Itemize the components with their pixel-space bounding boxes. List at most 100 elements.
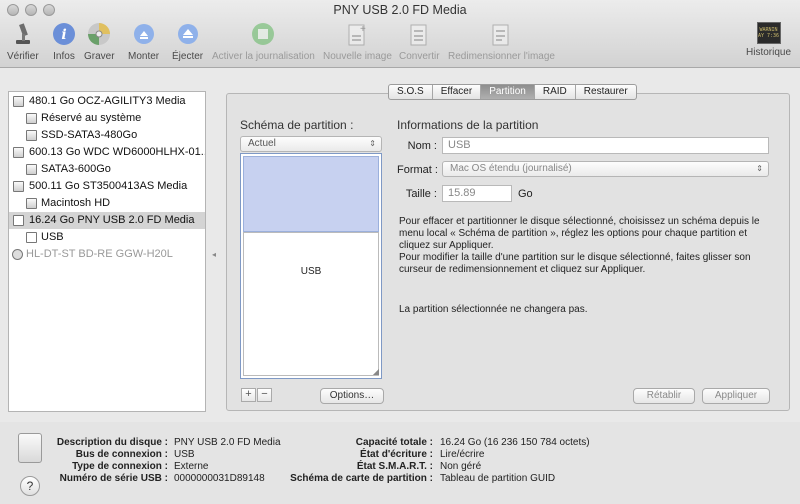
serial-label: Numéro de série USB :: [59, 473, 168, 484]
smart-status-value: Non géré: [440, 461, 482, 472]
partition-segment-label: USB: [300, 266, 322, 277]
disk-label: 600.13 Go WDC WD6000HLHX-01...: [29, 146, 205, 158]
volume-item-reserve[interactable]: Réservé au système: [9, 110, 205, 127]
connection-label: Type de connexion :: [72, 461, 168, 472]
disk-list[interactable]: 480.1 Go OCZ-AGILITY3 Media Réservé au s…: [8, 91, 206, 412]
disk-label: 480.1 Go OCZ-AGILITY3 Media: [29, 95, 186, 107]
partition-help-text: Pour effacer et partitionner le disque s…: [399, 216, 779, 276]
history-button[interactable]: WARNIN AY 7:36 Historique: [746, 22, 791, 58]
tab-first-aid[interactable]: S.O.S: [389, 85, 433, 99]
volume-item-usb[interactable]: USB: [9, 229, 205, 246]
info-icon: i: [51, 22, 77, 48]
add-partition-button[interactable]: +: [241, 388, 256, 402]
disk-label: 500.11 Go ST3500413AS Media: [29, 180, 188, 192]
size-label: Taille :: [405, 188, 437, 200]
capacity-label: Capacité totale :: [355, 437, 433, 448]
volume-item-macintosh[interactable]: Macintosh HD: [9, 195, 205, 212]
new-image-label: Nouvelle image: [323, 51, 392, 62]
tab-restore[interactable]: Restaurer: [576, 85, 636, 99]
help-line: curseur de redimensionnement et cliquez …: [399, 264, 646, 275]
help-button[interactable]: ?: [20, 476, 40, 496]
write-status-label: État d'écriture :: [360, 449, 433, 460]
usb-volume-icon: [26, 232, 37, 243]
resize-image-button[interactable]: Redimensionner l'image: [448, 22, 555, 62]
new-image-icon: +: [344, 22, 370, 48]
convert-label: Convertir: [399, 51, 440, 62]
disk-label: HL-DT-ST BD-RE GGW-H20L: [26, 248, 173, 260]
info-button[interactable]: i Infos: [51, 22, 77, 62]
no-change-note: La partition sélectionnée ne changera pa…: [399, 304, 588, 315]
verify-label: Vérifier: [7, 51, 39, 62]
splitter-handle[interactable]: ◂: [212, 250, 216, 259]
help-line: Pour effacer et partitionner le disque s…: [399, 216, 760, 227]
internal-disk-icon: [13, 181, 24, 192]
serial-value: 0000000031D89148: [174, 473, 265, 484]
capacity-value: 16.24 Go (16 236 150 784 octets): [440, 437, 590, 448]
convert-button[interactable]: Convertir: [399, 22, 440, 62]
eject-icon: [175, 22, 201, 48]
verify-button[interactable]: Vérifier: [7, 22, 39, 62]
resize-image-label: Redimensionner l'image: [448, 51, 555, 62]
partition-map-label: Schéma de carte de partition :: [290, 473, 433, 484]
partition-info-title: Informations de la partition: [397, 118, 539, 132]
help-line: menu local « Schéma de partition », régl…: [399, 228, 747, 239]
burn-button[interactable]: Graver: [84, 22, 115, 62]
disk-item-optical[interactable]: HL-DT-ST BD-RE GGW-H20L: [9, 246, 205, 263]
mount-icon: [131, 22, 157, 48]
volume-label: Réservé au système: [41, 112, 142, 124]
scheme-popup[interactable]: Actuel ⇕: [240, 136, 382, 152]
new-image-button[interactable]: + Nouvelle image: [323, 22, 392, 62]
disk-item-ocz[interactable]: 480.1 Go OCZ-AGILITY3 Media: [9, 93, 205, 110]
mount-button[interactable]: Monter: [128, 22, 159, 62]
eject-label: Éjecter: [172, 51, 204, 62]
format-popup[interactable]: Mac OS étendu (journalisé) ⇕: [442, 161, 769, 177]
scheme-popup-value: Actuel: [248, 138, 276, 149]
burn-label: Graver: [84, 51, 115, 62]
window-toolbar: PNY USB 2.0 FD Media Vérifier i Infos Gr…: [0, 0, 800, 68]
volume-item-ssd[interactable]: SSD-SATA3-480Go: [9, 127, 205, 144]
partition-name-field[interactable]: USB: [442, 137, 769, 154]
tab-partition[interactable]: Partition: [481, 85, 535, 99]
size-unit: Go: [518, 188, 533, 200]
history-label: Historique: [746, 47, 792, 58]
help-line: cliquez sur Appliquer.: [399, 240, 494, 251]
partition-size-field[interactable]: 15.89: [442, 185, 512, 202]
disk-label: 16.24 Go PNY USB 2.0 FD Media: [29, 214, 195, 226]
remove-partition-button[interactable]: −: [257, 388, 272, 402]
volume-label: SSD-SATA3-480Go: [41, 129, 138, 141]
resize-image-icon: [488, 22, 514, 48]
partition-layout[interactable]: USB ◢: [240, 153, 382, 379]
options-button[interactable]: Options…: [320, 388, 384, 404]
svg-text:+: +: [360, 24, 366, 35]
partition-map-value: Tableau de partition GUID: [440, 473, 556, 484]
description-label: Description du disque :: [56, 437, 168, 448]
partition-segment-usb[interactable]: [243, 232, 379, 376]
format-popup-value: Mac OS étendu (journalisé): [450, 163, 572, 174]
disk-item-pny[interactable]: 16.24 Go PNY USB 2.0 FD Media: [9, 212, 205, 229]
usb-disk-icon: [13, 215, 24, 226]
drive-icon: [18, 433, 42, 463]
free-space-segment[interactable]: [243, 156, 379, 232]
volume-item-sata3[interactable]: SATA3-600Go: [9, 161, 205, 178]
window-title: PNY USB 2.0 FD Media: [333, 3, 467, 17]
volume-icon: [26, 113, 37, 124]
journal-label: Activer la journalisation: [212, 51, 315, 62]
tab-erase[interactable]: Effacer: [433, 85, 482, 99]
smart-status-label: État S.M.A.R.T. :: [356, 461, 433, 472]
disk-item-wdc[interactable]: 600.13 Go WDC WD6000HLHX-01...: [9, 144, 205, 161]
revert-button[interactable]: Rétablir: [633, 388, 695, 404]
apply-button[interactable]: Appliquer: [702, 388, 770, 404]
disk-item-st3500[interactable]: 500.11 Go ST3500413AS Media: [9, 178, 205, 195]
tab-raid[interactable]: RAID: [535, 85, 576, 99]
convert-icon: [406, 22, 432, 48]
volume-icon: [26, 130, 37, 141]
resize-grip-icon[interactable]: ◢: [373, 367, 379, 376]
internal-disk-icon: [13, 147, 24, 158]
enable-journaling-button[interactable]: Activer la journalisation: [212, 22, 315, 62]
microscope-icon: [10, 22, 36, 48]
burn-disc-icon: [86, 22, 112, 48]
chevron-updown-icon: ⇕: [756, 164, 763, 173]
description-value: PNY USB 2.0 FD Media: [174, 437, 281, 448]
eject-button[interactable]: Éjecter: [172, 22, 203, 62]
mount-label: Monter: [128, 51, 160, 62]
